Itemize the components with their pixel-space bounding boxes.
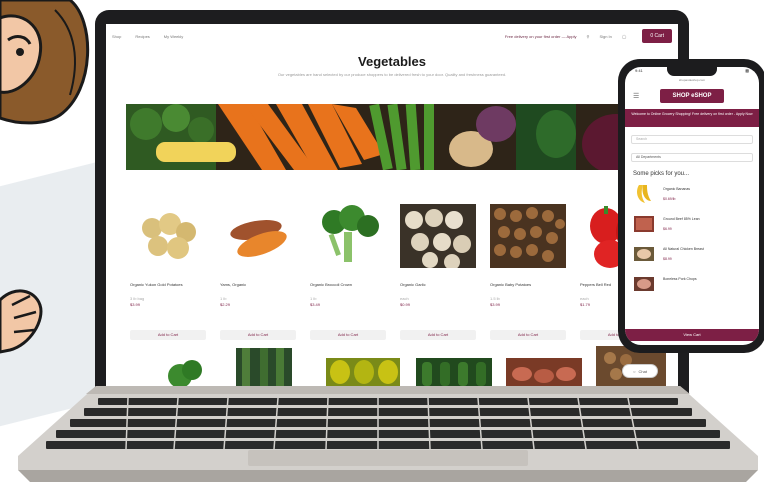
add-to-cart-button[interactable]: Add to Cart xyxy=(130,330,206,340)
pork-chops-thumbnail xyxy=(634,277,654,291)
cartoon-character-illustration xyxy=(0,0,90,354)
add-to-cart-button[interactable]: Add to Cart xyxy=(400,330,476,340)
garlic-image xyxy=(400,204,476,268)
phone-item-price: $0.69/lb xyxy=(663,197,676,201)
phone-list-item[interactable]: Ground Beef 85% Lean $6.99 xyxy=(633,213,753,239)
chat-button[interactable]: ○ Chat xyxy=(622,364,658,378)
phone-promo-banner[interactable]: Welcome to Online Grocery Shopping! Free… xyxy=(625,109,759,127)
search-icon[interactable]: ⚲ xyxy=(587,34,590,39)
view-cart-button[interactable]: View Cart xyxy=(625,329,759,341)
vegetables-banner-image xyxy=(126,104,678,170)
phone-item-price: $6.99 xyxy=(663,227,672,231)
cart-button[interactable]: 0 Cart xyxy=(642,29,672,43)
phone-item-title: Boneless Pork Chops xyxy=(663,277,697,281)
chicken-breast-thumbnail xyxy=(634,247,654,261)
sign-in-link[interactable]: Sign In xyxy=(599,34,611,39)
add-to-cart-button[interactable]: Add to Cart xyxy=(220,330,296,340)
product-size: 3 lb bag xyxy=(130,296,145,301)
product-price: $0.99 xyxy=(400,302,411,307)
promo-text[interactable]: Free delivery on your first order — Appl… xyxy=(505,34,577,39)
phone-time: 9:41 xyxy=(635,68,643,73)
product-mockup: Shop Recipes My Weekly Free delivery on … xyxy=(0,0,764,487)
phone-picks-heading: Some picks for you... xyxy=(633,171,690,177)
bananas-thumbnail xyxy=(637,185,651,203)
user-icon[interactable]: ◯ xyxy=(622,34,626,39)
site-header: Shop Recipes My Weekly Free delivery on … xyxy=(106,24,678,48)
product-price: $3.99 xyxy=(490,302,501,307)
product-name[interactable]: Organic Baby Potatoes xyxy=(490,282,570,288)
chat-label: Chat xyxy=(638,368,647,374)
chat-icon: ○ xyxy=(633,368,636,374)
product-card[interactable]: Organic Baby Potatoes 1.5 lb $3.99 Add t… xyxy=(486,192,570,342)
phone-list-item[interactable]: All Natural Chicken Breast $8.99 xyxy=(633,243,753,269)
potatoes-image xyxy=(142,213,196,259)
add-to-cart-button[interactable]: Add to Cart xyxy=(310,330,386,340)
baby-potatoes-image xyxy=(490,204,566,268)
phone-screen: 9:41 ▩ shopandeshop.com ☰ SHOP eSHOP Wel… xyxy=(625,67,759,345)
phone-item-title: All Natural Chicken Breast xyxy=(663,247,704,251)
add-to-cart-button[interactable]: Add to Cart xyxy=(490,330,566,340)
broccoli-image xyxy=(322,205,379,262)
yams-image xyxy=(230,220,287,257)
product-size: 1.5 lb xyxy=(490,296,500,301)
product-price: $2.29 xyxy=(220,302,231,307)
product-price: $3.99 xyxy=(130,302,141,307)
hamburger-menu-icon[interactable]: ☰ xyxy=(633,92,639,100)
phone-url[interactable]: shopandeshop.com xyxy=(625,78,759,82)
laptop-keyboard-base xyxy=(18,386,758,482)
ground-beef-thumbnail xyxy=(634,216,654,232)
laptop-screen: Shop Recipes My Weekly Free delivery on … xyxy=(106,24,678,386)
product-size: 1 lb xyxy=(220,296,227,301)
nav-link-shop[interactable]: Shop xyxy=(112,34,121,39)
product-card[interactable]: Organic Broccoli Crown 1 lb $3.49 Add to… xyxy=(306,192,390,342)
phone-item-title: Organic Bananas xyxy=(663,187,691,191)
product-size: 1 lb xyxy=(310,296,317,301)
phone-status-bar: 9:41 ▩ xyxy=(625,68,759,73)
nav-link-recipes[interactable]: Recipes xyxy=(135,34,149,39)
phone-list-item[interactable]: Organic Bananas $0.69/lb xyxy=(633,183,753,209)
phone-department-select[interactable]: All Departments xyxy=(631,153,753,162)
product-price: $3.49 xyxy=(310,302,321,307)
phone-item-title: Ground Beef 85% Lean xyxy=(663,217,700,221)
phone-item-price: $8.99 xyxy=(663,257,672,261)
product-size: each xyxy=(400,296,409,301)
signal-icon: ▩ xyxy=(745,68,749,73)
product-row-2-images xyxy=(168,346,666,386)
product-card[interactable]: Yams, Organic 1 lb $2.29 Add to Cart xyxy=(216,192,300,342)
phone-list-item[interactable]: Boneless Pork Chops xyxy=(633,273,753,299)
product-card[interactable]: Organic Garlic each $0.99 Add to Cart xyxy=(396,192,480,342)
product-size: each xyxy=(580,296,589,301)
phone-logo[interactable]: SHOP eSHOP xyxy=(660,89,724,103)
product-name[interactable]: Yams, Organic xyxy=(220,282,300,288)
page-title: Vegetables xyxy=(358,54,426,69)
product-name[interactable]: Organic Broccoli Crown xyxy=(310,282,390,288)
product-name[interactable]: Organic Yukon Gold Potatoes xyxy=(130,282,210,288)
nav-link-weekly[interactable]: My Weekly xyxy=(164,34,183,39)
product-price: $1.79 xyxy=(580,302,591,307)
product-card[interactable]: Organic Yukon Gold Potatoes 3 lb bag $3.… xyxy=(126,192,210,342)
page-subtitle: Our vegetables are hand selected by our … xyxy=(277,72,507,77)
phone-search-input[interactable]: Search xyxy=(631,135,753,144)
product-name[interactable]: Organic Garlic xyxy=(400,282,480,288)
